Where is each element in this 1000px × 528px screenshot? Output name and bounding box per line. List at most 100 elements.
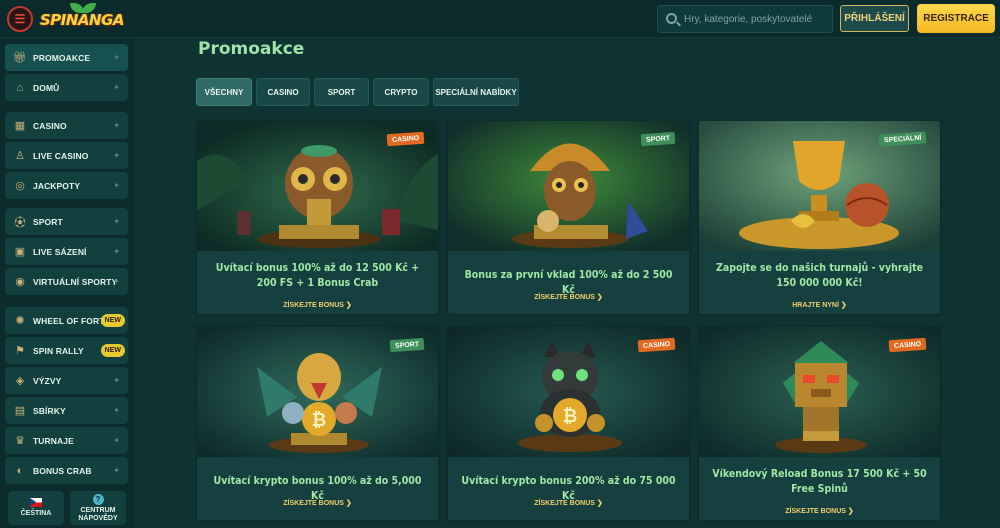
help-center-button[interactable]: ? CENTRUM NÁPOVĚDY	[70, 491, 126, 525]
chevron-icon: ✦	[113, 217, 120, 226]
promo-cta-link[interactable]: ZÍSKEJTE BONUS ❯	[448, 499, 689, 507]
chevron-icon: ✦	[113, 436, 120, 445]
svg-text:₿: ₿	[563, 406, 578, 426]
help-label-line1: CENTRUM	[80, 506, 116, 514]
promo-title: Uvítací bonus 100% až do 12 500 Kč + 200…	[215, 262, 420, 289]
sidebar-item-label: PROMOAKCE	[33, 52, 91, 63]
chevron-icon: ✦	[113, 151, 120, 160]
sidebar-item-label: SBÍRKY	[33, 405, 66, 416]
promo-card[interactable]: SPORT Bonus za první vklad 100% až do 2 …	[446, 119, 691, 316]
sidebar-item-turnaje[interactable]: ♛ TURNAJE ✦	[5, 427, 128, 454]
promo-card[interactable]: ₿ CASINO Uvítací krypto bonus 200% až do…	[446, 325, 691, 522]
sidebar-item-bonus-crab[interactable]: ◐ BONUS CRAB ✦	[5, 457, 128, 484]
coins-icon: ◎	[15, 180, 25, 192]
sidebar-item-casino[interactable]: ▦ CASINO ✦	[5, 112, 128, 139]
sidebar-item-virtualni-sporty[interactable]: ◉ VIRTUÁLNÍ SPORTY ✦	[5, 268, 128, 295]
language-label: ČEŠTINA	[20, 510, 52, 517]
promo-cta-link[interactable]: ZÍSKEJTE BONUS ❯	[699, 507, 940, 515]
help-icon: ?	[92, 493, 104, 505]
sidebar-item-sport[interactable]: ⚽︎ SPORT ✦	[5, 208, 128, 235]
collection-icon: ▤	[14, 405, 26, 417]
trophy-icon: ♛	[15, 435, 25, 447]
wheel-icon: ✺	[15, 315, 25, 327]
slot-machine-icon: ▦	[14, 120, 26, 132]
live-betting-icon: ▣	[14, 246, 26, 258]
chevron-icon: ✦	[113, 376, 120, 385]
sidebar-item-promoakce[interactable]: 🎁︎ PROMOAKCE ✦	[5, 44, 128, 71]
category-tag: SPORT	[389, 337, 425, 353]
menu-toggle-icon[interactable]: ☰	[7, 6, 33, 32]
logo[interactable]: SPINANGA	[40, 3, 125, 35]
sidebar-item-label: TURNAJE	[33, 435, 74, 446]
crab-icon: ◐	[16, 464, 24, 477]
virtual-sports-icon: ◉	[15, 276, 25, 288]
category-tag: SPORT	[640, 131, 676, 147]
help-label-line2: NÁPOVĚDY	[78, 514, 118, 522]
chevron-icon: ✦	[113, 53, 120, 62]
sidebar-item-label: SPORT	[33, 216, 63, 227]
top-bar: ☰ SPINANGA PŘIHLÁŠENÍ REGISTRACE	[0, 0, 1000, 38]
new-badge: NEW	[100, 314, 125, 327]
sidebar-item-label: DOMŮ	[33, 82, 60, 93]
sidebar-item-jackpoty[interactable]: ◎ JACKPOTY ✦	[5, 172, 128, 199]
tab-crypto[interactable]: CRYPTO	[373, 78, 429, 106]
sidebar-item-spin-rally[interactable]: ⚑ SPIN RALLY NEW	[5, 337, 128, 364]
tab-casino[interactable]: CASINO	[256, 78, 310, 106]
rally-icon: ⚑	[15, 345, 25, 357]
tab-vsechny[interactable]: VŠECHNY	[196, 78, 252, 106]
new-badge: NEW	[100, 344, 125, 357]
sidebar-item-domu[interactable]: ⌂ DOMŮ ✦	[5, 74, 128, 101]
promo-card[interactable]: SPECIÁLNÍ Zapojte se do našich turnajů -…	[697, 119, 942, 316]
svg-text:₿: ₿	[312, 410, 327, 430]
language-selector[interactable]: ČEŠTINA	[8, 491, 64, 525]
tab-sport[interactable]: SPORT	[314, 78, 369, 106]
sidebar-item-vyzvy[interactable]: ◈ VÝZVY ✦	[5, 367, 128, 394]
category-tag: CASINO	[637, 337, 676, 353]
sidebar-item-live-casino[interactable]: ♙ LIVE CASINO ✦	[5, 142, 128, 169]
chevron-icon: ✦	[113, 466, 120, 475]
login-button[interactable]: PŘIHLÁŠENÍ	[840, 5, 909, 32]
soccer-ball-icon: ⚽︎	[14, 216, 26, 229]
chevron-icon: ✦	[113, 247, 120, 256]
search-box[interactable]	[657, 5, 833, 33]
chevron-icon: ✦	[113, 83, 120, 92]
sidebar-item-sbirky[interactable]: ▤ SBÍRKY ✦	[5, 397, 128, 424]
category-tag: CASINO	[888, 337, 927, 353]
promo-cta-link[interactable]: ZÍSKEJTE BONUS ❯	[197, 301, 438, 309]
search-icon	[666, 13, 677, 24]
chevron-icon: ✦	[113, 406, 120, 415]
sidebar-item-label: SPIN RALLY	[33, 345, 84, 356]
promo-card[interactable]: CASINO Uvítací bonus 100% až do 12 500 K…	[195, 119, 440, 316]
category-tag: CASINO	[386, 131, 425, 147]
sidebar-item-label: JACKPOTY	[33, 180, 81, 191]
sidebar-item-wheel-of-fortune[interactable]: ✺ WHEEL OF FORTUNE NEW	[5, 307, 128, 334]
promo-cta-link[interactable]: ZÍSKEJTE BONUS ❯	[448, 293, 689, 301]
sidebar: 🎁︎ PROMOAKCE ✦ ⌂ DOMŮ ✦ ▦ CASINO ✦ ♙ LIV…	[0, 38, 134, 528]
chevron-icon: ✦	[113, 121, 120, 130]
sidebar-item-label: VIRTUÁLNÍ SPORTY	[33, 276, 118, 287]
sidebar-item-label: LIVE SÁZENÍ	[33, 246, 87, 257]
search-input[interactable]	[684, 10, 828, 28]
promo-cta-link[interactable]: HRAJTE NYNÍ ❯	[699, 301, 940, 309]
dealer-icon: ♙	[15, 150, 25, 162]
promo-cta-link[interactable]: ZÍSKEJTE BONUS ❯	[197, 499, 438, 507]
sidebar-item-label: CASINO	[33, 120, 67, 131]
logo-text: SPINANGA	[40, 11, 125, 29]
gift-icon: 🎁︎	[13, 52, 27, 64]
challenge-icon: ◈	[15, 375, 25, 387]
sidebar-item-label: LIVE CASINO	[33, 150, 89, 161]
register-button[interactable]: REGISTRACE	[917, 4, 995, 33]
promo-card[interactable]: ₿ SPORT Uvítací krypto bonus 100% až do …	[195, 325, 440, 522]
chevron-icon: ✦	[113, 181, 120, 190]
sidebar-item-label: VÝZVY	[33, 375, 62, 386]
promo-title: Zapojte se do našich turnajů - vyhrajte …	[715, 262, 924, 289]
promo-title: Víkendový Reload Bonus 17 500 Kč + 50 Fr…	[712, 468, 927, 495]
sidebar-item-label: BONUS CRAB	[33, 465, 92, 476]
sidebar-item-live-sazeni[interactable]: ▣ LIVE SÁZENÍ ✦	[5, 238, 128, 265]
promo-card[interactable]: CASINO Víkendový Reload Bonus 17 500 Kč …	[697, 325, 942, 522]
flag-cz-icon	[30, 498, 42, 507]
tab-specialni-nabidky[interactable]: SPECIÁLNÍ NABÍDKY	[433, 78, 519, 106]
page-title: Promoakce	[198, 39, 305, 59]
chevron-icon: ✦	[113, 277, 120, 286]
home-icon: ⌂	[16, 81, 24, 94]
